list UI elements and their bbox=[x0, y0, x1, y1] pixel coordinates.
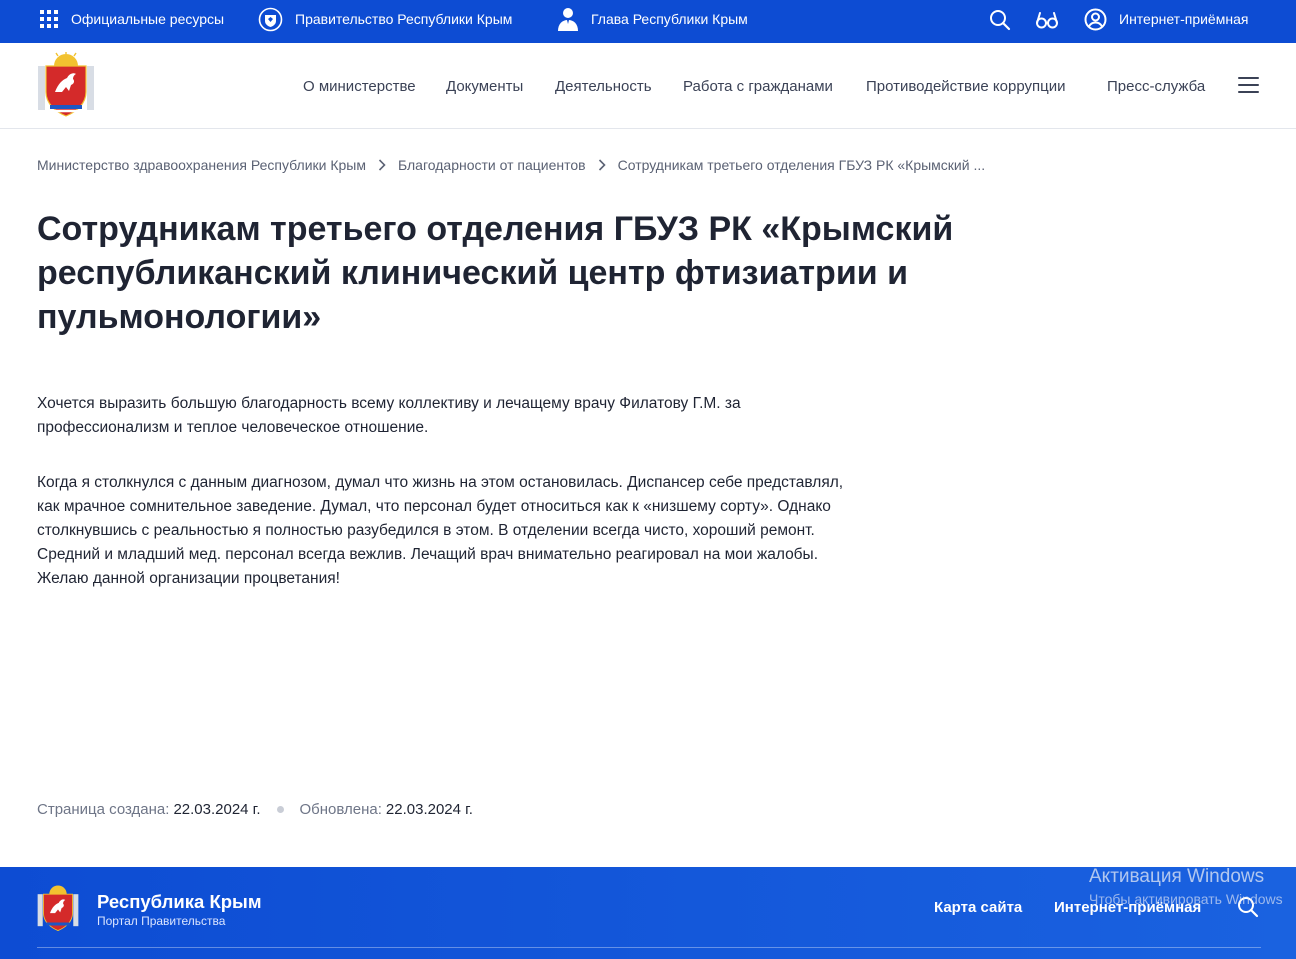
head-link[interactable]: Глава Республики Крым bbox=[557, 0, 748, 38]
nav-item-activity[interactable]: Деятельность bbox=[555, 43, 652, 129]
nav-item-press[interactable]: Пресс-служба bbox=[1107, 43, 1205, 129]
windows-activation-watermark: Активация Windows bbox=[1089, 866, 1265, 887]
menu-burger-icon[interactable] bbox=[1238, 77, 1260, 95]
breadcrumb-gratitude[interactable]: Благодарности от пациентов bbox=[398, 157, 586, 173]
paragraph-line: профессионализм и теплое человеческое от… bbox=[37, 419, 429, 436]
chevron-right-icon bbox=[378, 159, 386, 171]
paragraph-line: Хочется выразить большую благодарность в… bbox=[37, 395, 741, 412]
title-line: республиканский клинический центр фтизиа… bbox=[37, 254, 908, 292]
breadcrumb-ministry[interactable]: Министерство здравоохранения Республики … bbox=[37, 157, 366, 173]
title-line: пульмонологии» bbox=[37, 298, 322, 336]
nav-item-documents[interactable]: Документы bbox=[446, 43, 523, 129]
government-label: Правительство Республики Крым bbox=[295, 11, 513, 27]
government-emblem-icon bbox=[258, 7, 283, 32]
paragraph-line: как мрачное сомнительное заведение. Дума… bbox=[37, 498, 831, 515]
footer-title[interactable]: Республика Крым bbox=[97, 891, 262, 913]
glasses-icon[interactable] bbox=[1035, 8, 1059, 32]
page-dates: Страница создана: 22.03.2024 г. Обновлен… bbox=[37, 798, 473, 820]
user-icon bbox=[1084, 8, 1107, 31]
paragraph-line: столкнувшись с реальностью я полностью р… bbox=[37, 522, 815, 539]
article-paragraph-2: Когда я столкнулся с данным диагнозом, д… bbox=[37, 471, 937, 591]
official-resources-link[interactable]: Официальные ресурсы bbox=[39, 0, 224, 38]
paragraph-line: Желаю данной организации процветания! bbox=[37, 570, 340, 587]
updated-label: Обновлена: bbox=[299, 800, 382, 818]
main-header: О министерстве Документы Деятельность Ра… bbox=[0, 43, 1296, 129]
nav-item-about[interactable]: О министерстве bbox=[303, 43, 416, 129]
person-icon bbox=[557, 7, 579, 31]
footer-sitemap-link[interactable]: Карта сайта bbox=[934, 899, 1022, 916]
created-value: 22.03.2024 г. bbox=[173, 800, 261, 818]
paragraph-line: Средний и младший мед. персонал всегда в… bbox=[37, 546, 819, 563]
footer-divider bbox=[37, 947, 1261, 948]
paragraph-line: Когда я столкнулся с данным диагнозом, д… bbox=[37, 474, 844, 491]
crimea-coat-of-arms-logo[interactable] bbox=[36, 50, 96, 118]
title-line: Сотрудникам третьего отделения ГБУЗ РК «… bbox=[37, 210, 954, 248]
nav-item-anticorruption[interactable]: Противодействие коррупции bbox=[866, 43, 1065, 129]
official-resources-label: Официальные ресурсы bbox=[71, 11, 225, 27]
reception-label: Интернет-приёмная bbox=[1119, 11, 1249, 27]
nav-item-citizens[interactable]: Работа с гражданами bbox=[683, 43, 833, 129]
head-label: Глава Республики Крым bbox=[591, 11, 748, 27]
government-link[interactable]: Правительство Республики Крым bbox=[258, 0, 512, 38]
updated-value: 22.03.2024 г. bbox=[385, 800, 473, 818]
separator-dot bbox=[276, 805, 284, 813]
chevron-right-icon bbox=[598, 159, 606, 171]
breadcrumb: Министерство здравоохранения Республики … bbox=[37, 156, 985, 174]
footer-coat-of-arms-logo[interactable] bbox=[36, 884, 80, 932]
article-paragraph-1: Хочется выразить большую благодарность в… bbox=[37, 392, 937, 440]
windows-activation-hint: Чтобы активировать Windows bbox=[1089, 891, 1283, 907]
page-title: Сотрудникам третьего отделения ГБУЗ РК «… bbox=[37, 207, 1057, 339]
reception-link[interactable]: Интернет-приёмная bbox=[1084, 0, 1248, 38]
top-bar: Официальные ресурсы Правительство Респуб… bbox=[0, 0, 1296, 43]
created-label: Страница создана: bbox=[37, 800, 170, 818]
search-icon[interactable] bbox=[988, 8, 1012, 32]
footer-subtitle: Портал Правительства bbox=[97, 914, 226, 928]
breadcrumb-current: Сотрудникам третьего отделения ГБУЗ РК «… bbox=[617, 157, 986, 173]
apps-grid-icon bbox=[39, 9, 59, 29]
